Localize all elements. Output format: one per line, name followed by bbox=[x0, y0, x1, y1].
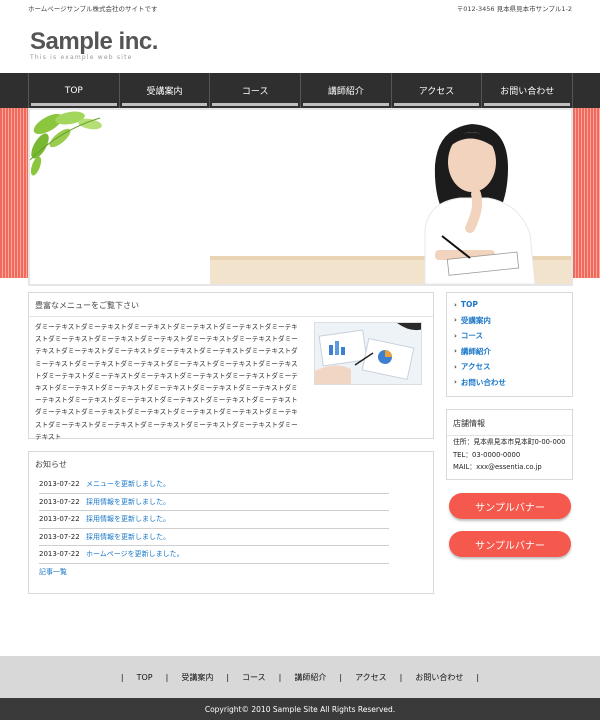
news-link[interactable]: ホームページを更新しました。 bbox=[86, 549, 184, 559]
nav-course[interactable]: コース bbox=[209, 73, 300, 108]
global-nav: TOP 受講案内 コース 講師紹介 アクセス お問い合わせ bbox=[0, 73, 600, 108]
news-item: 2013-07-22 採用情報を更新しました。 bbox=[39, 529, 389, 546]
news-item: 2013-07-22 採用情報を更新しました。 bbox=[39, 494, 389, 511]
shop-mail: MAIL：xxx@essentia.co.jp bbox=[453, 463, 542, 471]
chevron-right-icon: › bbox=[454, 347, 457, 356]
news-item: 2013-07-22 採用情報を更新しました。 bbox=[39, 511, 389, 529]
side-nav-course[interactable]: › コース bbox=[447, 328, 572, 344]
news-section: お知らせ 2013-07-22 メニューを更新しました。 2013-07-22 … bbox=[28, 451, 434, 594]
copyright: Copyright© 2010 Sample Site All Rights R… bbox=[0, 698, 600, 720]
side-nav-instructors[interactable]: › 講師紹介 bbox=[447, 344, 572, 360]
company-address: 〒012-3456 見本県見本市サンプル1-2 bbox=[456, 5, 572, 13]
nav-contact[interactable]: お問い合わせ bbox=[481, 73, 574, 108]
news-item: 2013-07-22 メニューを更新しました。 bbox=[39, 476, 389, 494]
menu-section-text: ダミーテキストダミーテキストダミーテキストダミーテキストダミーテキストダミーテキ… bbox=[35, 323, 298, 441]
footer-separator: | bbox=[226, 672, 230, 682]
footer-link-course[interactable]: コース bbox=[242, 672, 266, 683]
chevron-right-icon: › bbox=[454, 378, 457, 387]
chevron-right-icon: › bbox=[454, 362, 457, 371]
hero-illustration bbox=[30, 111, 571, 284]
leaves-icon bbox=[30, 111, 102, 176]
shop-tel: TEL：03-0000-0000 bbox=[453, 450, 521, 459]
footer-link-instructors[interactable]: 講師紹介 bbox=[294, 672, 326, 683]
side-nav: › TOP › 受講案内 › コース › 講師紹介 › アクセス › お問い合わせ bbox=[446, 292, 573, 397]
news-link[interactable]: 採用情報を更新しました。 bbox=[86, 497, 170, 507]
side-nav-guide[interactable]: › 受講案内 bbox=[447, 313, 572, 329]
top-bar: ホームページサンプル株式会社のサイトです 〒012-3456 見本県見本市サンプ… bbox=[0, 0, 600, 16]
news-section-title: お知らせ bbox=[35, 460, 67, 469]
news-link[interactable]: 採用情報を更新しました。 bbox=[86, 514, 170, 524]
nav-instructors[interactable]: 講師紹介 bbox=[300, 73, 391, 108]
menu-section: 豊富なメニューをご覧下さい ダミーテキストダミーテキストダミーテキストダミーテキ… bbox=[28, 292, 434, 441]
news-date: 2013-07-22 bbox=[39, 497, 80, 506]
hero-stripes-left bbox=[0, 108, 28, 278]
footer-separator: | bbox=[120, 672, 124, 682]
logo-brand: Sample inc. bbox=[30, 28, 158, 55]
footer-separator: | bbox=[165, 672, 169, 682]
news-date: 2013-07-22 bbox=[39, 532, 80, 541]
sample-banner-1[interactable]: サンプルバナー bbox=[449, 493, 571, 519]
news-date: 2013-07-22 bbox=[39, 515, 80, 524]
side-nav-access[interactable]: › アクセス bbox=[447, 359, 572, 375]
menu-section-title: 豊富なメニューをご覧下さい bbox=[29, 293, 433, 317]
footer-separator: | bbox=[476, 672, 480, 682]
news-list: 2013-07-22 メニューを更新しました。 2013-07-22 採用情報を… bbox=[39, 476, 389, 564]
news-link[interactable]: メニューを更新しました。 bbox=[86, 479, 170, 489]
woman-photo bbox=[424, 124, 536, 284]
shop-info: 店舗情報 住所：見本県見本市見本町0-00-000 TEL：03-0000-00… bbox=[446, 409, 573, 480]
side-nav-top[interactable]: › TOP bbox=[447, 297, 572, 313]
footer-link-top[interactable]: TOP bbox=[137, 673, 153, 682]
news-link[interactable]: 採用情報を更新しました。 bbox=[86, 532, 170, 542]
shop-address: 住所：見本県見本市見本町0-00-000 bbox=[453, 438, 566, 446]
chevron-right-icon: › bbox=[454, 300, 457, 309]
news-date: 2013-07-22 bbox=[39, 480, 80, 489]
chevron-right-icon: › bbox=[454, 331, 457, 340]
news-date: 2013-07-22 bbox=[39, 550, 80, 559]
side-nav-contact[interactable]: › お問い合わせ bbox=[447, 375, 572, 391]
news-item: 2013-07-22 ホームページを更新しました。 bbox=[39, 546, 389, 564]
documents-photo bbox=[314, 322, 422, 385]
nav-guide[interactable]: 受講案内 bbox=[118, 73, 210, 108]
sample-banner-2[interactable]: サンプルバナー bbox=[449, 531, 571, 557]
footer-nav: | TOP | 受講案内 | コース | 講師紹介 | アクセス | お問い合わ… bbox=[0, 656, 600, 698]
hero-stripes-right bbox=[573, 108, 600, 278]
footer-separator: | bbox=[399, 672, 403, 682]
hero-image bbox=[28, 108, 573, 286]
footer-separator: | bbox=[278, 672, 282, 682]
nav-top[interactable]: TOP bbox=[28, 73, 119, 108]
footer-separator: | bbox=[339, 672, 343, 682]
footer-link-guide[interactable]: 受講案内 bbox=[181, 672, 213, 683]
footer-link-access[interactable]: アクセス bbox=[355, 672, 387, 683]
site-tagline: ホームページサンプル株式会社のサイトです bbox=[28, 5, 158, 13]
news-archive-link[interactable]: 記事一覧 bbox=[39, 567, 67, 577]
documents-illustration bbox=[315, 323, 421, 384]
shop-info-title: 店舗情報 bbox=[447, 410, 572, 436]
site-logo[interactable]: Sample inc. This is example web site bbox=[30, 28, 158, 61]
footer-link-contact[interactable]: お問い合わせ bbox=[415, 672, 463, 683]
chevron-right-icon: › bbox=[454, 316, 457, 325]
nav-access[interactable]: アクセス bbox=[390, 73, 482, 108]
